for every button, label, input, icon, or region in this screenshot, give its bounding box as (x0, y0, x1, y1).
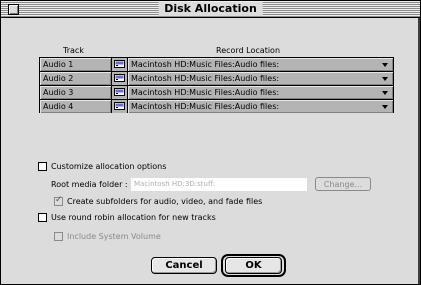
table-row: Audio 2 Macintosh HD:Music Files:Audio f… (40, 72, 393, 85)
record-location-popup[interactable]: Macintosh HD:Music Files:Audio files: (128, 72, 393, 85)
popup-arrow-icon (382, 63, 388, 67)
customize-allocation-checkbox[interactable] (38, 162, 47, 171)
disk-allocation-window: Disk Allocation Track Record Location Au… (0, 0, 421, 285)
record-location-value: Macintosh HD:Music Files:Audio files: (131, 60, 280, 69)
record-location-popup[interactable]: Macintosh HD:Music Files:Audio files: (128, 58, 393, 71)
table-row: Audio 3 Macintosh HD:Music Files:Audio f… (40, 86, 393, 99)
table-row: Audio 1 Macintosh HD:Music Files:Audio f… (40, 58, 393, 71)
cancel-button[interactable]: Cancel (151, 257, 217, 274)
close-box-icon[interactable] (8, 4, 19, 15)
include-system-volume-checkbox[interactable] (54, 232, 63, 241)
disk-icon (112, 58, 128, 71)
table-row: Audio 4 Macintosh HD:Music Files:Audio f… (40, 100, 393, 113)
round-robin-checkbox[interactable] (38, 213, 47, 222)
disk-icon (112, 72, 128, 85)
record-location-column-header: Record Location (216, 46, 281, 55)
track-name: Audio 2 (40, 72, 112, 85)
popup-arrow-icon (382, 105, 388, 109)
ok-button[interactable]: OK (225, 257, 282, 274)
record-location-value: Macintosh HD:Music Files:Audio files: (131, 88, 280, 97)
create-subfolders-checkbox[interactable] (54, 195, 63, 206)
popup-arrow-icon (382, 77, 388, 81)
include-system-volume-label[interactable]: Include System Volume (67, 232, 161, 241)
record-location-value: Macintosh HD:Music Files:Audio files: (131, 74, 280, 83)
create-subfolders-label[interactable]: Create subfolders for audio, video, and … (67, 197, 262, 206)
title-bar[interactable]: Disk Allocation (1, 1, 420, 18)
window-shadow-edge (418, 18, 420, 284)
round-robin-label[interactable]: Use round robin allocation for new track… (51, 213, 216, 222)
track-name: Audio 1 (40, 58, 112, 71)
track-name: Audio 3 (40, 86, 112, 99)
disk-icon (112, 86, 128, 99)
record-location-value: Macintosh HD:Music Files:Audio files: (131, 102, 280, 111)
track-table: Audio 1 Macintosh HD:Music Files:Audio f… (39, 57, 394, 113)
window-title: Disk Allocation (158, 2, 263, 16)
root-media-folder-label: Root media folder : (51, 180, 128, 189)
record-location-popup[interactable]: Macintosh HD:Music Files:Audio files: (128, 100, 393, 113)
change-button[interactable]: Change... (315, 177, 371, 191)
disk-icon (112, 100, 128, 113)
table-header: Track Record Location (1, 46, 420, 56)
root-media-folder-field: Macintosh HD:3D:stuff: (131, 178, 307, 191)
track-column-header: Track (63, 46, 84, 55)
track-name: Audio 4 (40, 100, 112, 113)
popup-arrow-icon (382, 91, 388, 95)
record-location-popup[interactable]: Macintosh HD:Music Files:Audio files: (128, 86, 393, 99)
customize-allocation-label[interactable]: Customize allocation options (51, 162, 166, 171)
